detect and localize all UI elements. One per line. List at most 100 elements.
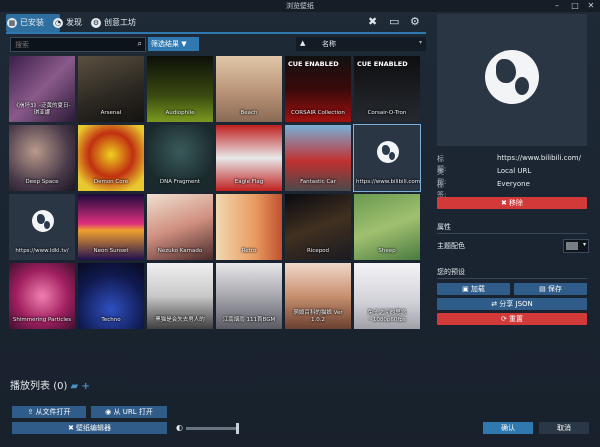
share-label: 分享 JSON <box>499 300 533 308</box>
wallpaper-tile[interactable]: Sheep <box>354 194 420 260</box>
wallpaper-tile[interactable]: 《崩坏3》-泛黄的夏日-琪亚娜 <box>9 56 75 122</box>
brightness-slider[interactable] <box>186 423 239 434</box>
chevron-down-icon: ▾ <box>418 39 422 46</box>
color-swatch <box>566 242 578 250</box>
filter-button[interactable]: 筛选结果 ▼ <box>148 37 199 51</box>
compass-icon: ◔ <box>53 18 63 28</box>
detail-value: https://www.bilibili.com/ <box>497 154 581 162</box>
remove-button[interactable]: ✖ 移除 <box>437 197 587 209</box>
wallpaper-tile[interactable]: Ricepod <box>285 194 351 260</box>
settings-icon[interactable]: ⚙ <box>410 15 420 28</box>
wallpaper-tile[interactable]: Retro <box>216 194 282 260</box>
wallpaper-title: Techno <box>101 317 121 323</box>
wallpaper-title: Neon Sunset <box>93 248 129 254</box>
wallpaper-title: Deep Space <box>25 179 59 185</box>
wallpaper-tile[interactable]: Neon Sunset <box>78 194 144 260</box>
search-box: ⌕ <box>10 37 146 52</box>
wallpaper-title: CORSAIR Collection <box>291 110 345 116</box>
editor-label: 壁纸编辑器 <box>76 424 112 432</box>
minimize-icon[interactable]: – <box>548 0 566 12</box>
chevron-down-icon: ▾ <box>582 241 586 248</box>
wallpaper-tile[interactable]: https://www.ldkl.tv/ <box>9 194 75 260</box>
wallpaper-tile[interactable]: Nezuko Kamado <box>147 194 213 260</box>
monitor-icon[interactable]: ▭ <box>389 15 399 28</box>
open-url-button[interactable]: ◉ 从 URL 打开 <box>91 406 167 418</box>
sort-direction-icon[interactable]: ▲ <box>300 39 305 47</box>
tab-label: 创意工坊 <box>104 18 136 27</box>
reset-icon: ⟳ <box>500 315 510 323</box>
sort-label: 名称 <box>322 40 336 48</box>
wallpaper-title: 《崩坏3》-泛黄的夏日-琪亚娜 <box>13 103 71 116</box>
wallpaper-tile[interactable]: 兔子之间的思念~1080p60fps <box>354 263 420 329</box>
wallpaper-title: https://www.bilibili.com/ <box>356 179 420 185</box>
wallpaper-title: 黑猫是会失去男人的 <box>155 317 205 323</box>
wallpaper-tile[interactable]: Arsenal <box>78 56 144 122</box>
playlist-count: (0) <box>53 381 68 392</box>
wallpaper-tile[interactable]: https://www.bilibili.com/ <box>353 124 421 192</box>
detail-value: Everyone <box>497 180 530 188</box>
sort-select[interactable]: ▲ 名称 ▾ <box>296 37 426 51</box>
filter-icon: ▼ <box>181 40 187 48</box>
close-icon[interactable]: ✕ <box>582 0 600 12</box>
tab-underline <box>6 32 426 34</box>
globe-icon <box>485 50 539 104</box>
theme-color-select[interactable]: ▾ <box>563 239 589 253</box>
slider-handle[interactable] <box>236 423 239 434</box>
wallpaper-tile[interactable]: CUE ENABLED Corsair-O-Tron <box>354 56 420 122</box>
search-input[interactable] <box>11 38 129 51</box>
divider <box>437 278 587 279</box>
cancel-button[interactable]: 取消 <box>539 422 589 434</box>
wallpaper-tile[interactable]: Shimmering Particles <box>9 263 75 329</box>
wallpaper-tile[interactable]: CUE ENABLED CORSAIR Collection <box>285 56 351 122</box>
load-preset-button[interactable]: ▣ 加载 <box>437 283 510 295</box>
wallpaper-tile[interactable]: Deep Space <box>9 125 75 191</box>
confirm-button[interactable]: 确认 <box>483 422 533 434</box>
wallpaper-title: Audiophile <box>165 110 195 116</box>
add-icon[interactable]: + <box>81 381 89 392</box>
editor-button[interactable]: ✖ 壁纸编辑器 <box>12 422 167 434</box>
open-file-button[interactable]: ⇪ 从文件打开 <box>12 406 86 418</box>
share-json-button[interactable]: ⇄ 分享 JSON <box>437 298 587 310</box>
wallpaper-tile[interactable]: Techno <box>78 263 144 329</box>
save-preset-button[interactable]: ▤ 保存 <box>514 283 587 295</box>
wallpaper-tile[interactable]: Beach <box>216 56 282 122</box>
tab-label: 发现 <box>66 18 82 27</box>
open-file-label: 从文件打开 <box>35 408 71 416</box>
wallpaper-title: Demon Core <box>93 179 129 185</box>
tab-workshop[interactable]: ⚙ 创意工坊 <box>90 14 160 32</box>
wallpaper-tile[interactable]: Eagle Flag <box>216 125 282 191</box>
save-icon: ▤ <box>539 285 548 293</box>
wallpaper-tile[interactable]: Fantastic Car <box>285 125 351 191</box>
wallpaper-title: Sheep <box>378 248 396 254</box>
wallpaper-title: 江南烟雨 111首BGM <box>222 317 276 323</box>
divider <box>437 233 587 234</box>
wallpaper-tile[interactable]: 萌娘百科的猫娘 Ver 1.0.2 <box>285 263 351 329</box>
filter-label: 筛选结果 <box>151 40 179 48</box>
properties-title: 属性 <box>437 223 451 231</box>
wallpaper-title: DNA Fragment <box>159 179 201 185</box>
wallpaper-title: Fantastic Car <box>300 179 336 185</box>
window-title: 浏览壁纸 <box>286 2 314 10</box>
search-icon[interactable]: ⌕ <box>138 39 142 49</box>
wallpaper-tile[interactable]: 黑猫是会失去男人的 <box>147 263 213 329</box>
theme-color-label: 主题配色 <box>437 242 465 250</box>
upload-icon: ⇪ <box>27 408 36 416</box>
folder-icon: ▣ <box>462 285 471 293</box>
tab-label: 已安装 <box>20 18 44 27</box>
title-bar: 浏览壁纸 – □ ✕ <box>0 0 600 12</box>
tools-icon[interactable]: ✖ <box>368 15 377 28</box>
preview-image <box>437 14 587 146</box>
wallpaper-tile[interactable]: Audiophile <box>147 56 213 122</box>
wallpaper-tile[interactable]: DNA Fragment <box>147 125 213 191</box>
wallpaper-title: Corsair-O-Tron <box>367 110 407 116</box>
brightness-icon: ◐ <box>176 423 183 432</box>
tools-icon: ✖ <box>67 424 77 432</box>
reset-button[interactable]: ⟳ 重置 <box>437 313 587 325</box>
wallpaper-tile[interactable]: 江南烟雨 111首BGM <box>216 263 282 329</box>
playlist-label: 播放列表 <box>10 381 50 392</box>
wallpaper-title: https://www.ldkl.tv/ <box>15 248 69 254</box>
detail-value: Local URL <box>497 167 532 175</box>
folder-open-icon[interactable]: ▰ <box>71 381 79 392</box>
wallpaper-tile[interactable]: Demon Core <box>78 125 144 191</box>
reset-label: 重置 <box>509 315 524 323</box>
